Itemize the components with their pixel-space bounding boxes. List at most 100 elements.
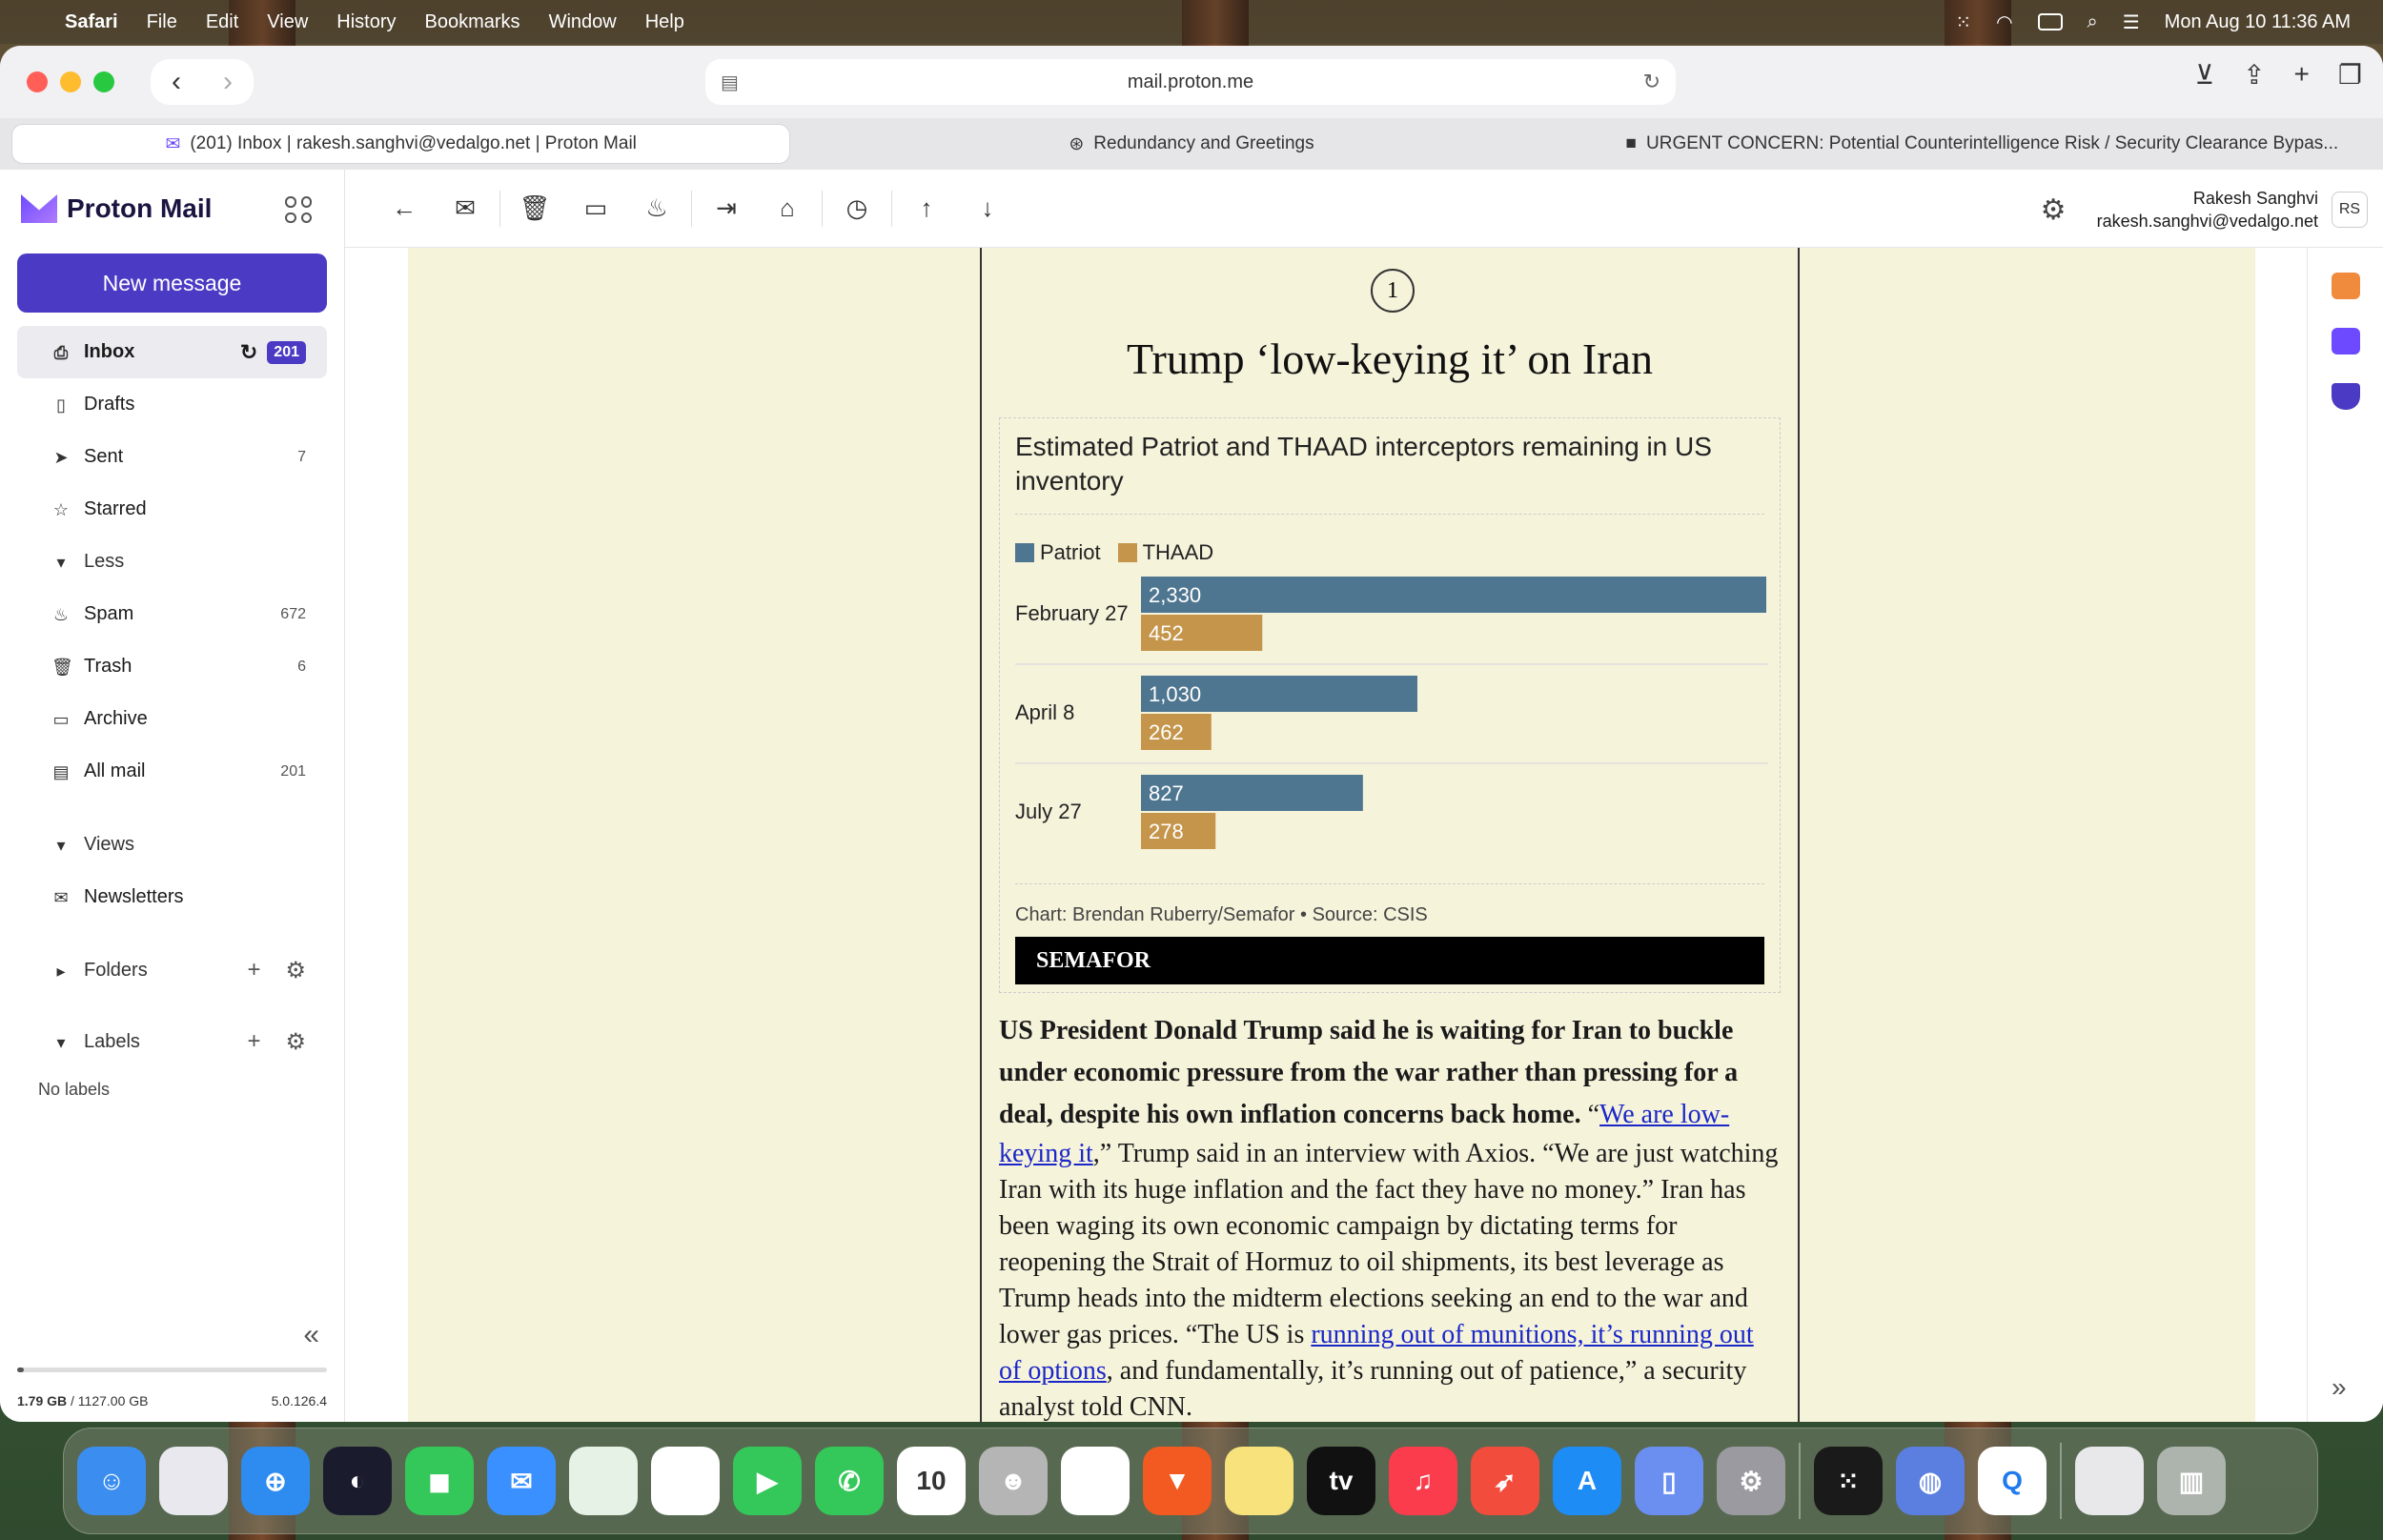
- browser-app-icon[interactable]: ◐: [323, 1447, 392, 1515]
- new-message-button[interactable]: New message: [17, 253, 327, 313]
- move-to-folder-icon[interactable]: ⇥: [696, 193, 757, 223]
- trash-icon[interactable]: 🗑: [504, 193, 565, 223]
- tab-redundancy[interactable]: ⊛ Redundancy and Greetings: [802, 124, 1580, 164]
- menu-help[interactable]: Help: [645, 11, 684, 33]
- apps-grid-icon[interactable]: [285, 196, 312, 223]
- sidebar-item-starred[interactable]: ☆ Starred: [17, 483, 327, 536]
- snooze-clock-icon[interactable]: ◷: [826, 193, 887, 223]
- brave-icon[interactable]: ▼: [1143, 1447, 1212, 1515]
- mark-unread-icon[interactable]: ✉: [435, 193, 496, 223]
- reminders-icon[interactable]: [1061, 1447, 1130, 1515]
- sidebar-toggle-folders[interactable]: ▸ Folders + ⚙: [17, 944, 327, 997]
- sidebar-item-label: Starred: [84, 498, 147, 519]
- sidebar-item-archive[interactable]: ▭ Archive: [17, 693, 327, 745]
- photos-icon[interactable]: [651, 1447, 720, 1515]
- share-icon[interactable]: ⇪: [2243, 59, 2265, 91]
- iphone-mirroring-icon[interactable]: ▯: [1635, 1447, 1703, 1515]
- trash-icon: 🗑: [51, 657, 73, 677]
- apps-grid-icon[interactable]: ⁙: [1814, 1447, 1883, 1515]
- wifi-icon[interactable]: ◠: [1996, 10, 2012, 34]
- sidebar-item-label: All mail: [84, 760, 146, 781]
- reload-icon[interactable]: ↻: [1643, 70, 1660, 94]
- trash-icon[interactable]: ▥: [2157, 1447, 2226, 1515]
- contacts-icon[interactable]: ☻: [979, 1447, 1048, 1515]
- music-icon[interactable]: ♫: [1389, 1447, 1457, 1515]
- menubar-clock[interactable]: Mon Aug 10 11:36 AM: [2165, 11, 2351, 33]
- sidebar-item-label: Newsletters: [84, 886, 184, 907]
- label-tag-icon[interactable]: ⌂: [757, 193, 818, 223]
- menu-edit[interactable]: Edit: [206, 11, 238, 33]
- folder-settings-icon[interactable]: ⚙: [285, 957, 306, 984]
- forward-icon[interactable]: ›: [212, 66, 244, 98]
- menu-history[interactable]: History: [336, 11, 396, 33]
- messages-icon[interactable]: ◼: [405, 1447, 474, 1515]
- minimize-window-button[interactable]: [60, 71, 81, 92]
- sidebar-item-drafts[interactable]: ▯ Drafts: [17, 378, 327, 431]
- sidebar-toggle-less[interactable]: ▾ Less: [17, 536, 327, 588]
- tv-icon[interactable]: tv: [1307, 1447, 1375, 1515]
- address-bar[interactable]: ▤ mail.proton.me ↻: [705, 59, 1676, 105]
- bar-value-label: 452: [1149, 621, 1184, 645]
- chart-title: Estimated Patriot and THAAD interceptors…: [1015, 432, 1712, 496]
- maps-icon[interactable]: [569, 1447, 638, 1515]
- page-menu-icon[interactable]: ▤: [721, 71, 739, 94]
- sidebar-item-all-mail[interactable]: ▤ All mail 201: [17, 745, 327, 798]
- notes-icon[interactable]: [1225, 1447, 1293, 1515]
- document-stack-icon[interactable]: [2075, 1447, 2144, 1515]
- sidebar-item-spam[interactable]: ♨ Spam 672: [17, 588, 327, 640]
- sidebar-toggle-views[interactable]: ▾ Views: [17, 819, 327, 871]
- utility-app-icon[interactable]: ◍: [1896, 1447, 1965, 1515]
- system-settings-icon[interactable]: ⚙: [1717, 1447, 1785, 1515]
- add-label-icon[interactable]: +: [247, 1028, 260, 1056]
- back-arrow-icon[interactable]: ←: [374, 193, 435, 223]
- menu-window[interactable]: Window: [549, 11, 617, 33]
- rocket-icon[interactable]: ➶: [1471, 1447, 1539, 1515]
- tab-urgent[interactable]: ■ URGENT CONCERN: Potential Counterintel…: [1593, 124, 2372, 164]
- battery-icon[interactable]: [2037, 13, 2063, 30]
- spam-icon: ♨: [52, 604, 70, 624]
- next-message-icon[interactable]: ↓: [957, 193, 1018, 223]
- facetime-icon[interactable]: ▶: [733, 1447, 802, 1515]
- app-store-icon[interactable]: A: [1553, 1447, 1621, 1515]
- menu-view[interactable]: View: [267, 11, 308, 33]
- settings-gear-icon[interactable]: ⚙: [2041, 193, 2067, 227]
- back-icon[interactable]: ‹: [160, 66, 193, 98]
- zoom-window-button[interactable]: [93, 71, 114, 92]
- sidebar-item-newsletters[interactable]: ✉ Newsletters: [17, 871, 327, 923]
- menu-app-name[interactable]: Safari: [65, 11, 118, 33]
- contacts-app-icon[interactable]: [2331, 273, 2360, 299]
- launchpad-icon[interactable]: [159, 1447, 228, 1515]
- dots-status-icon[interactable]: ⁙: [1955, 10, 1971, 34]
- phone-icon[interactable]: ✆: [815, 1447, 884, 1515]
- avatar[interactable]: RS: [2332, 192, 2368, 228]
- calendar-app-icon[interactable]: [2331, 328, 2360, 355]
- tab-inbox[interactable]: ✉ (201) Inbox | rakesh.sanghvi@vedalgo.n…: [11, 124, 791, 164]
- downloads-icon[interactable]: ⊻: [2195, 59, 2215, 91]
- collapse-sidebar-icon[interactable]: «: [303, 1319, 319, 1351]
- sidebar-item-trash[interactable]: 🗑 Trash 6: [17, 640, 327, 693]
- calendar-icon[interactable]: 10: [897, 1447, 966, 1515]
- user-menu[interactable]: ⚙ Rakesh Sanghvi rakesh.sanghvi@vedalgo.…: [2041, 187, 2368, 233]
- add-folder-icon[interactable]: +: [247, 957, 260, 984]
- sidebar-toggle-labels[interactable]: ▾ Labels + ⚙: [17, 1016, 327, 1068]
- menu-file[interactable]: File: [147, 11, 177, 33]
- sidebar-item-sent[interactable]: ➤ Sent 7: [17, 431, 327, 483]
- vpn-shield-icon[interactable]: [2331, 383, 2360, 410]
- mail-icon[interactable]: ✉: [487, 1447, 556, 1515]
- label-settings-icon[interactable]: ⚙: [285, 1028, 306, 1056]
- refresh-icon[interactable]: ↻: [240, 340, 257, 365]
- safari-icon[interactable]: ⊕: [241, 1447, 310, 1515]
- tab-overview-icon[interactable]: ❐: [2338, 59, 2362, 91]
- menu-bookmarks[interactable]: Bookmarks: [425, 11, 520, 33]
- new-tab-icon[interactable]: +: [2294, 59, 2310, 91]
- spotlight-icon[interactable]: ⌕: [2088, 11, 2098, 33]
- previous-message-icon[interactable]: ↑: [896, 193, 957, 223]
- archive-icon[interactable]: ▭: [565, 193, 626, 223]
- sidebar-item-inbox[interactable]: ⎙ Inbox ↻ 201: [17, 326, 327, 378]
- finder-icon[interactable]: ☺: [77, 1447, 146, 1515]
- close-window-button[interactable]: [27, 71, 48, 92]
- search-app-icon[interactable]: Q: [1978, 1447, 2047, 1515]
- control-center-icon[interactable]: ☰: [2123, 10, 2140, 34]
- expand-rail-icon[interactable]: »: [2332, 1372, 2347, 1403]
- spam-flame-icon[interactable]: ♨: [626, 193, 687, 223]
